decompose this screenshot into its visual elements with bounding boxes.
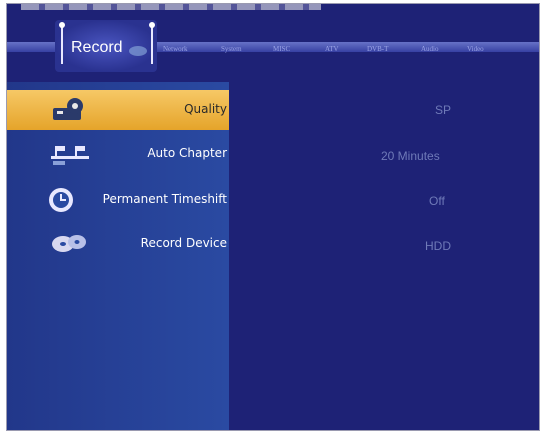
menu-label-permanent-timeshift: Permanent Timeshift <box>102 192 227 206</box>
menu-item-permanent-timeshift[interactable]: Permanent Timeshift <box>7 180 229 220</box>
value-quality: SP <box>435 103 452 117</box>
tab-record[interactable]: Record <box>55 20 157 72</box>
chapter-flags-icon <box>51 146 89 165</box>
swirl-icon <box>129 46 147 56</box>
film-reel-icon <box>53 98 83 120</box>
tab-bracket-right <box>149 22 155 64</box>
menu-item-record-device[interactable]: Record Device <box>7 224 229 264</box>
value-record-device: HDD <box>425 239 451 253</box>
clock-timeshift-icon <box>49 188 73 212</box>
settings-menu: Quality Auto Chapter Permanent Timeshift… <box>7 82 229 430</box>
value-permanent-timeshift: Off <box>429 194 445 208</box>
tab-bracket-left <box>59 22 65 64</box>
menu-label-quality: Quality <box>184 102 227 116</box>
tab-misc[interactable]: MISC <box>273 45 290 53</box>
tab-video[interactable]: Video <box>467 45 484 53</box>
menu-item-quality[interactable]: Quality <box>7 90 229 130</box>
settings-screen: Record Network System MISC ATV DVB-T Aud… <box>6 3 540 431</box>
menu-label-record-device: Record Device <box>140 236 227 250</box>
tab-record-label: Record <box>71 39 123 56</box>
tab-audio[interactable]: Audio <box>421 45 439 53</box>
tab-atv[interactable]: ATV <box>325 45 339 53</box>
disc-device-icon <box>52 235 86 252</box>
top-decoration <box>21 4 321 10</box>
tab-bar: Record Network System MISC ATV DVB-T Aud… <box>7 18 539 76</box>
value-auto-chapter: 20 Minutes <box>381 149 440 163</box>
tab-dvbt[interactable]: DVB-T <box>367 45 388 53</box>
menu-item-auto-chapter[interactable]: Auto Chapter <box>7 134 229 174</box>
tab-network[interactable]: Network <box>163 45 188 53</box>
menu-label-auto-chapter: Auto Chapter <box>147 146 227 160</box>
tab-system[interactable]: System <box>221 45 242 53</box>
